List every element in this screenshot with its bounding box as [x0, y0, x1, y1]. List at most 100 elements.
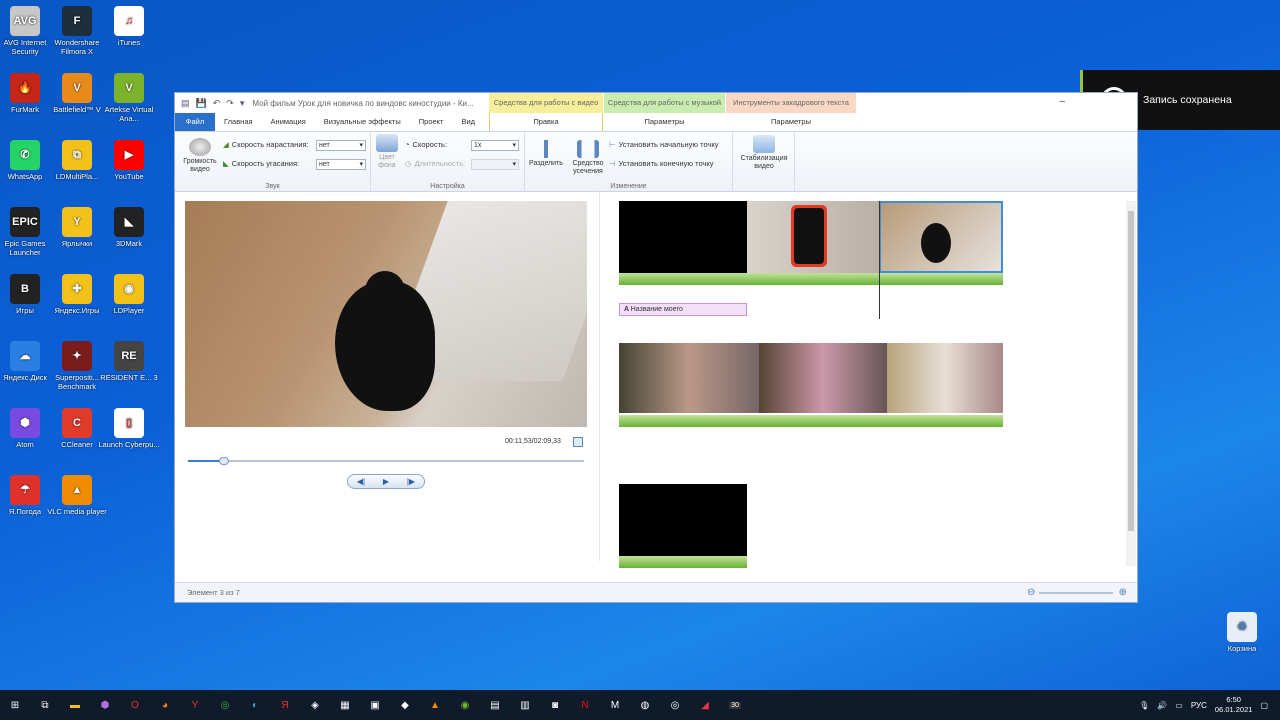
zoom-slider[interactable]: ⊖ ⊕: [1027, 587, 1127, 598]
task-view-icon[interactable]: ⧉: [30, 690, 60, 720]
vlc-taskbar-icon[interactable]: ▲: [420, 690, 450, 720]
network-icon[interactable]: ▭: [1175, 701, 1183, 710]
audio-track-1[interactable]: [619, 273, 1003, 285]
fade-in-select[interactable]: нет: [316, 140, 366, 151]
clock[interactable]: 6:50 06.01.2021: [1215, 695, 1253, 715]
stabilize-button[interactable]: Стабилизация видео: [735, 135, 793, 171]
edge-icon[interactable]: ◐: [240, 690, 270, 720]
tab-view[interactable]: Вид: [452, 113, 484, 131]
desktop-icon[interactable]: RE RESIDENT E... 3: [98, 341, 160, 382]
redo-icon[interactable]: ↷: [226, 98, 234, 109]
steam-icon[interactable]: ◎: [660, 690, 690, 720]
split-button[interactable]: Разделить: [527, 140, 565, 168]
mic-icon[interactable]: 🎙: [1139, 701, 1149, 710]
zoom-out-icon[interactable]: ⊖: [1027, 583, 1035, 603]
undo-icon[interactable]: ↶: [213, 98, 221, 109]
start-icon[interactable]: ⊞: [0, 690, 30, 720]
desktop-icon-label: Яндекс.Диск: [3, 373, 47, 382]
calculator-icon[interactable]: ▤: [480, 690, 510, 720]
calendar-badge: 30: [729, 701, 741, 709]
audio-track-3[interactable]: [619, 556, 747, 568]
netflix-icon[interactable]: N: [570, 690, 600, 720]
tab-file[interactable]: Файл: [175, 113, 215, 131]
fullscreen-button[interactable]: [573, 437, 583, 447]
chrome-icon[interactable]: ◎: [210, 690, 240, 720]
firefox-icon[interactable]: ◕: [150, 690, 180, 720]
notifications-icon[interactable]: ▢: [1260, 701, 1268, 710]
clip-3-selected[interactable]: [879, 201, 1003, 273]
app-icon-5[interactable]: ◍: [630, 690, 660, 720]
app-icon-4[interactable]: ◆: [390, 690, 420, 720]
desktop-icon[interactable]: V Artekse Virtual Ana...: [98, 73, 160, 123]
playhead[interactable]: [879, 201, 880, 319]
zoom-in-icon[interactable]: ⊕: [1119, 583, 1127, 603]
calendar-icon[interactable]: 30: [720, 690, 750, 720]
camera-icon[interactable]: ◙: [540, 690, 570, 720]
app-menu-icon[interactable]: ▤: [181, 98, 190, 109]
bg-color-button[interactable]: Цвет фона: [373, 134, 401, 170]
scrollbar-thumb[interactable]: [1128, 211, 1134, 531]
desktop-icon[interactable]: ▲ VLC media player: [46, 475, 108, 516]
desktop-icon-label: Ярлычки: [61, 239, 93, 248]
seek-thumb[interactable]: [218, 457, 229, 465]
prev-frame-icon[interactable]: ◀|: [357, 477, 365, 486]
gmail-icon[interactable]: M: [600, 690, 630, 720]
next-frame-icon[interactable]: |▶: [407, 477, 415, 486]
set-end-button[interactable]: ⊣ Установить конечную точку: [609, 159, 713, 168]
volume-button[interactable]: Громкость видео: [179, 138, 221, 174]
clip-1[interactable]: [619, 201, 747, 273]
save-icon[interactable]: 💾: [196, 98, 207, 109]
clip-5[interactable]: [759, 343, 887, 413]
desktop-icon[interactable]: ◣ 3DMark: [98, 207, 160, 248]
seek-slider[interactable]: [188, 457, 584, 465]
video-preview[interactable]: [185, 201, 587, 427]
desktop-icon-label: Яндекс.Игры: [54, 306, 100, 315]
minimize-button[interactable]: –: [1059, 96, 1065, 107]
yandex-icon[interactable]: Я: [270, 690, 300, 720]
app-icon-3[interactable]: ▣: [360, 690, 390, 720]
desktop-icon[interactable]: ▶ YouTube: [98, 140, 160, 181]
clip-2[interactable]: [747, 201, 879, 273]
customize-qa-icon[interactable]: ▾: [240, 98, 245, 109]
tab-animation[interactable]: Анимация: [262, 113, 315, 131]
desktop-app-icon: EPIC: [10, 207, 40, 237]
ctx-narration-tools[interactable]: Инструменты закадрового текста Параметры: [726, 93, 856, 131]
fade-out-select[interactable]: нет: [316, 159, 366, 170]
clip-4[interactable]: [619, 343, 759, 413]
caption-clip[interactable]: A Название моего: [619, 303, 747, 316]
audio-track-2[interactable]: [619, 415, 1003, 427]
set-start-button[interactable]: ⊢ Установить начальную точку: [609, 140, 719, 149]
duration-select[interactable]: [471, 159, 519, 170]
tab-narration-options[interactable]: Параметры: [726, 113, 856, 131]
speed-select[interactable]: 1x: [471, 140, 519, 151]
app-icon-1[interactable]: ◈: [300, 690, 330, 720]
ctx-music-tools[interactable]: Средства для работы с музыкой Параметры: [604, 93, 725, 131]
tab-edit[interactable]: Правка: [489, 113, 603, 131]
storyboard-scrollbar[interactable]: [1126, 201, 1136, 566]
tab-music-options[interactable]: Параметры: [604, 113, 725, 131]
desktop-icon[interactable]: ▯ Launch Cyberpu...: [98, 408, 160, 449]
yandex-browser-icon[interactable]: Y: [180, 690, 210, 720]
trim-button[interactable]: Средство усечения: [569, 140, 607, 176]
app-icon-6[interactable]: ◢: [690, 690, 720, 720]
pane-divider[interactable]: [599, 191, 600, 561]
desktop-icon[interactable]: ◉ LDPlayer: [98, 274, 160, 315]
ctx-video-tools[interactable]: Средства для работы с видео Правка: [489, 93, 603, 131]
volume-tray-icon[interactable]: 🔊: [1157, 701, 1167, 710]
play-icon[interactable]: ▶: [383, 477, 389, 486]
nvidia-icon[interactable]: ◉: [450, 690, 480, 720]
movie-maker-taskbar-icon[interactable]: ▥: [510, 690, 540, 720]
clip-7[interactable]: [619, 484, 747, 556]
ribbon: Громкость видео ◢ Скорость нарастания: не…: [175, 131, 1137, 192]
desktop-icon[interactable]: ♫ iTunes: [98, 6, 160, 47]
app-icon-2[interactable]: ▦: [330, 690, 360, 720]
language-indicator[interactable]: РУС: [1191, 701, 1207, 710]
tab-visual-effects[interactable]: Визуальные эффекты: [315, 113, 410, 131]
tab-home[interactable]: Главная: [215, 113, 262, 131]
opera-icon[interactable]: O: [120, 690, 150, 720]
explorer-icon[interactable]: ▬: [60, 690, 90, 720]
clip-6[interactable]: [887, 343, 1003, 413]
recycle-bin[interactable]: ♻ Корзина: [1211, 612, 1273, 653]
atom-taskbar-icon[interactable]: ⬢: [90, 690, 120, 720]
tab-project[interactable]: Проект: [410, 113, 453, 131]
